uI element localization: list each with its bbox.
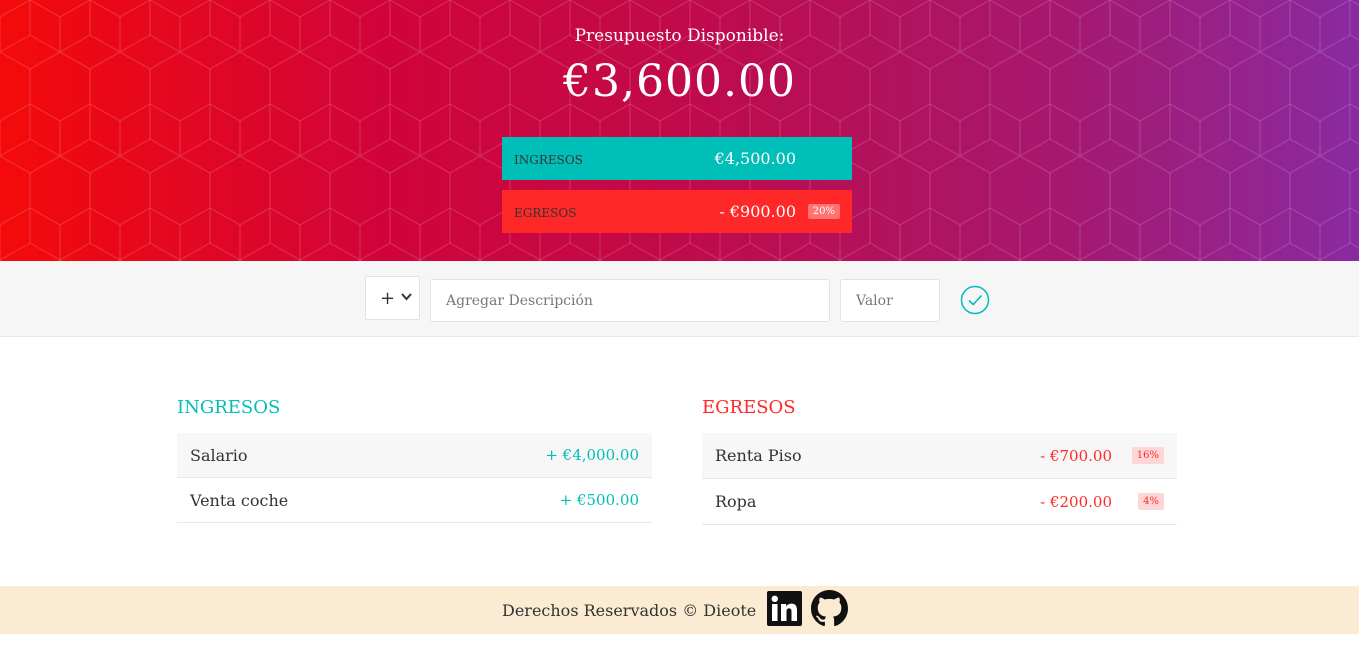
income-summary: INGRESOS €4,500.00 <box>502 137 852 180</box>
item-percentage-badge: 4% <box>1138 493 1164 510</box>
expense-items: Renta Piso - €700.00 16% Ropa - €200.00 … <box>702 433 1177 525</box>
copyright-text: Derechos Reservados © Dieote <box>502 601 757 620</box>
chevron-down-icon <box>401 291 412 304</box>
expense-summary: EGRESOS - €900.00 20% <box>502 190 852 233</box>
list-item[interactable]: Ropa - €200.00 4% <box>702 479 1177 525</box>
item-description: Venta coche <box>190 490 289 510</box>
description-input[interactable] <box>430 279 830 322</box>
item-percentage-badge: 16% <box>1131 447 1164 464</box>
expense-list-title: EGRESOS <box>702 397 796 418</box>
item-value: + €4,000.00 <box>545 446 639 464</box>
budget-header: Presupuesto Disponible: €3,600.00 INGRES… <box>0 0 1359 261</box>
income-items: Salario + €4,000.00 Venta coche + €500.0… <box>177 433 652 523</box>
item-description: Salario <box>190 445 248 465</box>
item-value: - €200.00 <box>1040 492 1112 511</box>
expense-percentage-badge: 20% <box>807 204 840 219</box>
confirm-button[interactable] <box>960 285 990 319</box>
linkedin-icon[interactable] <box>767 591 802 630</box>
item-description: Renta Piso <box>715 446 802 465</box>
income-summary-label: INGRESOS <box>514 152 583 167</box>
expense-list: EGRESOS Renta Piso - €700.00 16% Ropa - … <box>702 397 1177 525</box>
available-budget-amount: €3,600.00 <box>563 56 796 107</box>
github-icon[interactable] <box>811 590 848 631</box>
income-list: INGRESOS Salario + €4,000.00 Venta coche… <box>177 397 652 523</box>
income-summary-value: €4,500.00 <box>714 149 796 168</box>
income-list-title: INGRESOS <box>177 397 281 418</box>
type-select-value: + <box>380 287 396 309</box>
list-item[interactable]: Venta coche + €500.00 <box>177 478 652 523</box>
add-entry-bar: + <box>0 261 1359 337</box>
item-description: Ropa <box>715 492 757 511</box>
value-input[interactable] <box>840 279 940 322</box>
list-item[interactable]: Renta Piso - €700.00 16% <box>702 433 1177 479</box>
footer: Derechos Reservados © Dieote <box>0 586 1359 634</box>
item-value: - €700.00 <box>1040 446 1112 465</box>
list-item[interactable]: Salario + €4,000.00 <box>177 433 652 478</box>
available-budget-title: Presupuesto Disponible: <box>574 26 785 46</box>
checkmark-circle-icon <box>960 285 990 315</box>
expense-summary-label: EGRESOS <box>514 205 577 220</box>
item-value: + €500.00 <box>559 491 639 509</box>
type-select[interactable]: + <box>365 276 420 320</box>
expense-summary-value: - €900.00 <box>719 202 796 221</box>
